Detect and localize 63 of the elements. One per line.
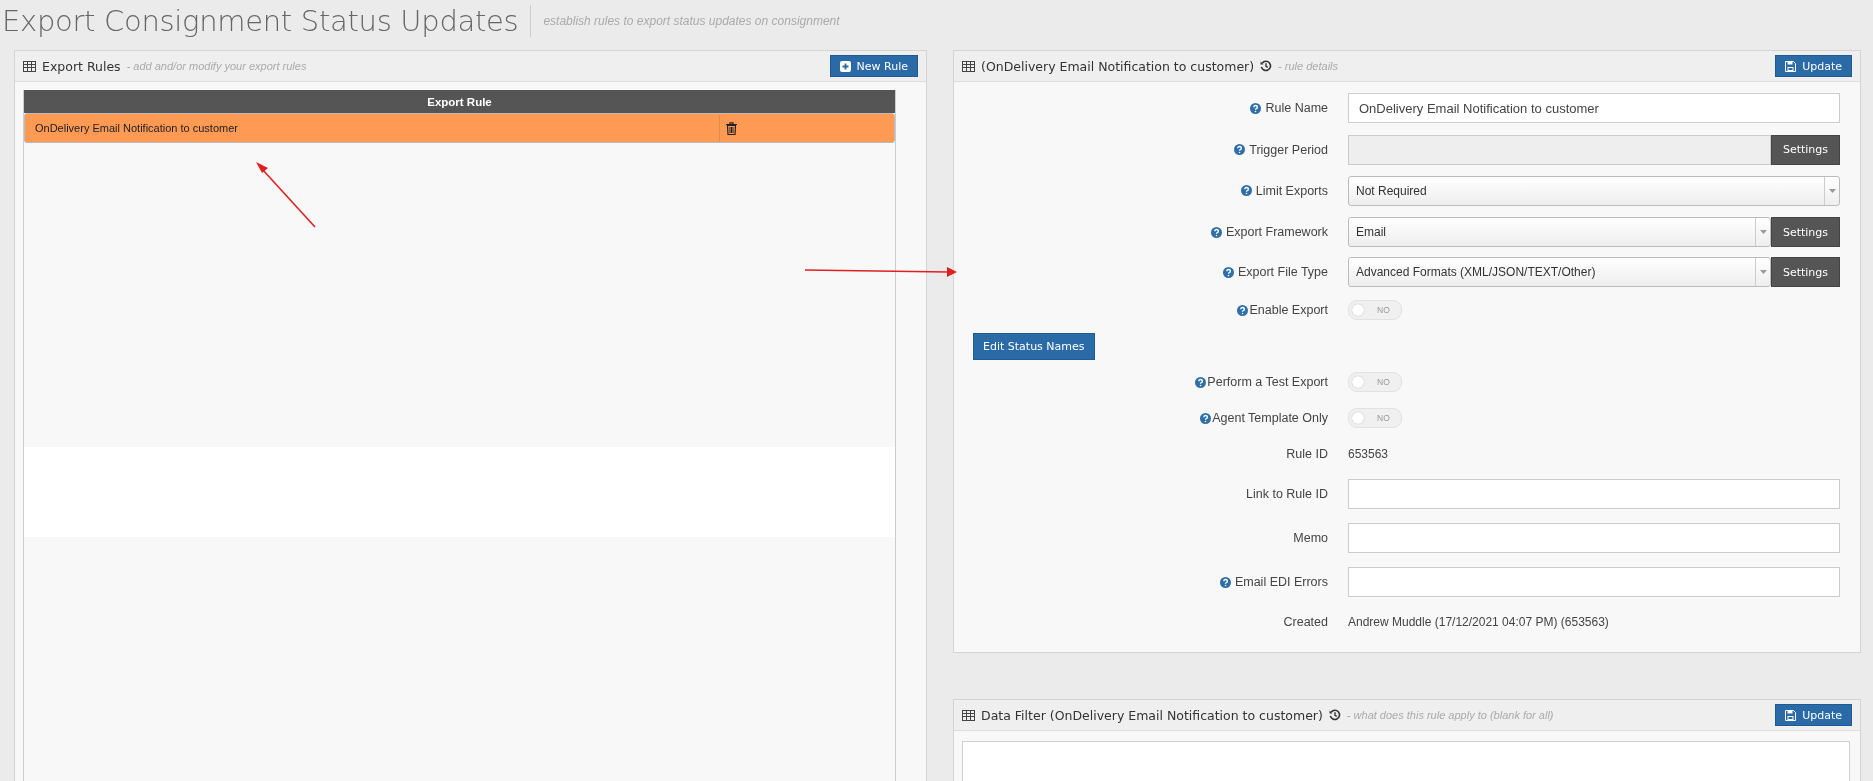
table-icon: [23, 60, 36, 72]
history-icon: [1328, 709, 1341, 721]
text-field[interactable]: [1348, 523, 1840, 553]
field-label: Trigger Period: [1249, 142, 1328, 157]
field-label: Limit Exports: [1255, 183, 1328, 198]
field-label: Link to Rule ID: [1246, 487, 1328, 501]
save-icon: [1785, 60, 1797, 72]
field-label: Created: [1283, 615, 1328, 629]
text-field[interactable]: [1348, 479, 1840, 509]
dropdown[interactable]: Not Required: [1348, 175, 1840, 206]
column-header: Export Rule: [427, 95, 492, 108]
help-icon: [1200, 412, 1212, 424]
caret-icon: [1759, 270, 1767, 274]
text-field[interactable]: [1348, 567, 1840, 597]
history-icon: [1260, 60, 1273, 72]
annotation-arrow: [256, 162, 316, 228]
page-title: Export Consignment Status Updates: [2, 5, 532, 37]
field-label: Enable Export: [1249, 303, 1328, 317]
field-label: Rule ID: [1286, 447, 1328, 461]
field-label: Perform a Test Export: [1207, 375, 1328, 389]
caret-icon: [1828, 188, 1836, 193]
panel-title: Data Filter (OnDelivery Email Notification to customer): [981, 707, 1323, 723]
dropdown[interactable]: Email: [1348, 217, 1771, 247]
help-icon: [1237, 304, 1249, 316]
panel-hint: - add and/or modify your export rules: [126, 60, 307, 72]
help-icon: [1250, 102, 1262, 114]
help-icon: [1195, 376, 1207, 388]
new-rule-button[interactable]: New Rule: [829, 55, 918, 77]
field-label: Export Framework: [1225, 225, 1328, 239]
field-value: Andrew Muddle (17/12/2021 04:07 PM) (653563): [1348, 615, 1609, 629]
field-label: Email EDI Errors: [1234, 575, 1328, 589]
plus-icon: [839, 60, 851, 72]
settings-button[interactable]: Settings: [1771, 134, 1840, 165]
table-icon: [962, 60, 975, 72]
page-subtitle: establish rules to export status updates on consignment: [543, 14, 840, 28]
field-label: Rule Name: [1265, 101, 1328, 115]
table-icon: [962, 709, 975, 721]
field-label: Agent Template Only: [1212, 411, 1328, 425]
table-cell: OnDelivery Email Notification to customer: [32, 114, 720, 142]
update-button[interactable]: Update: [1775, 55, 1852, 77]
settings-button[interactable]: Settings: [1771, 217, 1840, 247]
help-icon: [1210, 226, 1222, 238]
save-icon: [1785, 709, 1797, 721]
text-field[interactable]: [1348, 134, 1771, 165]
help-icon: [1219, 576, 1231, 588]
text-field[interactable]: OnDelivery Email Notification to customer: [1348, 93, 1840, 123]
edit-status-names-button[interactable]: Edit Status Names: [973, 332, 1095, 360]
dropdown[interactable]: Advanced Formats (XML/JSON/TEXT/Other): [1348, 257, 1771, 287]
table-row[interactable]: OnDelivery Email Notification to customer: [24, 113, 895, 143]
help-icon: [1240, 185, 1252, 196]
help-icon: [1222, 266, 1234, 278]
panel-title: (OnDelivery Email Notification to customer): [981, 58, 1255, 74]
panel-hint: - what does this rule apply to (blank for all): [1346, 709, 1554, 721]
panel-hint: - rule details: [1278, 60, 1339, 72]
update-button[interactable]: Update: [1775, 704, 1852, 726]
panel-title: Export Rules: [42, 58, 121, 74]
field-label: Memo: [1293, 531, 1328, 545]
caret-icon: [1759, 230, 1767, 234]
settings-button[interactable]: Settings: [1771, 257, 1840, 287]
help-icon: [1234, 144, 1246, 155]
field-value: 653563: [1348, 447, 1389, 461]
trash-icon[interactable]: [726, 121, 737, 135]
field-label: Export File Type: [1237, 265, 1328, 279]
